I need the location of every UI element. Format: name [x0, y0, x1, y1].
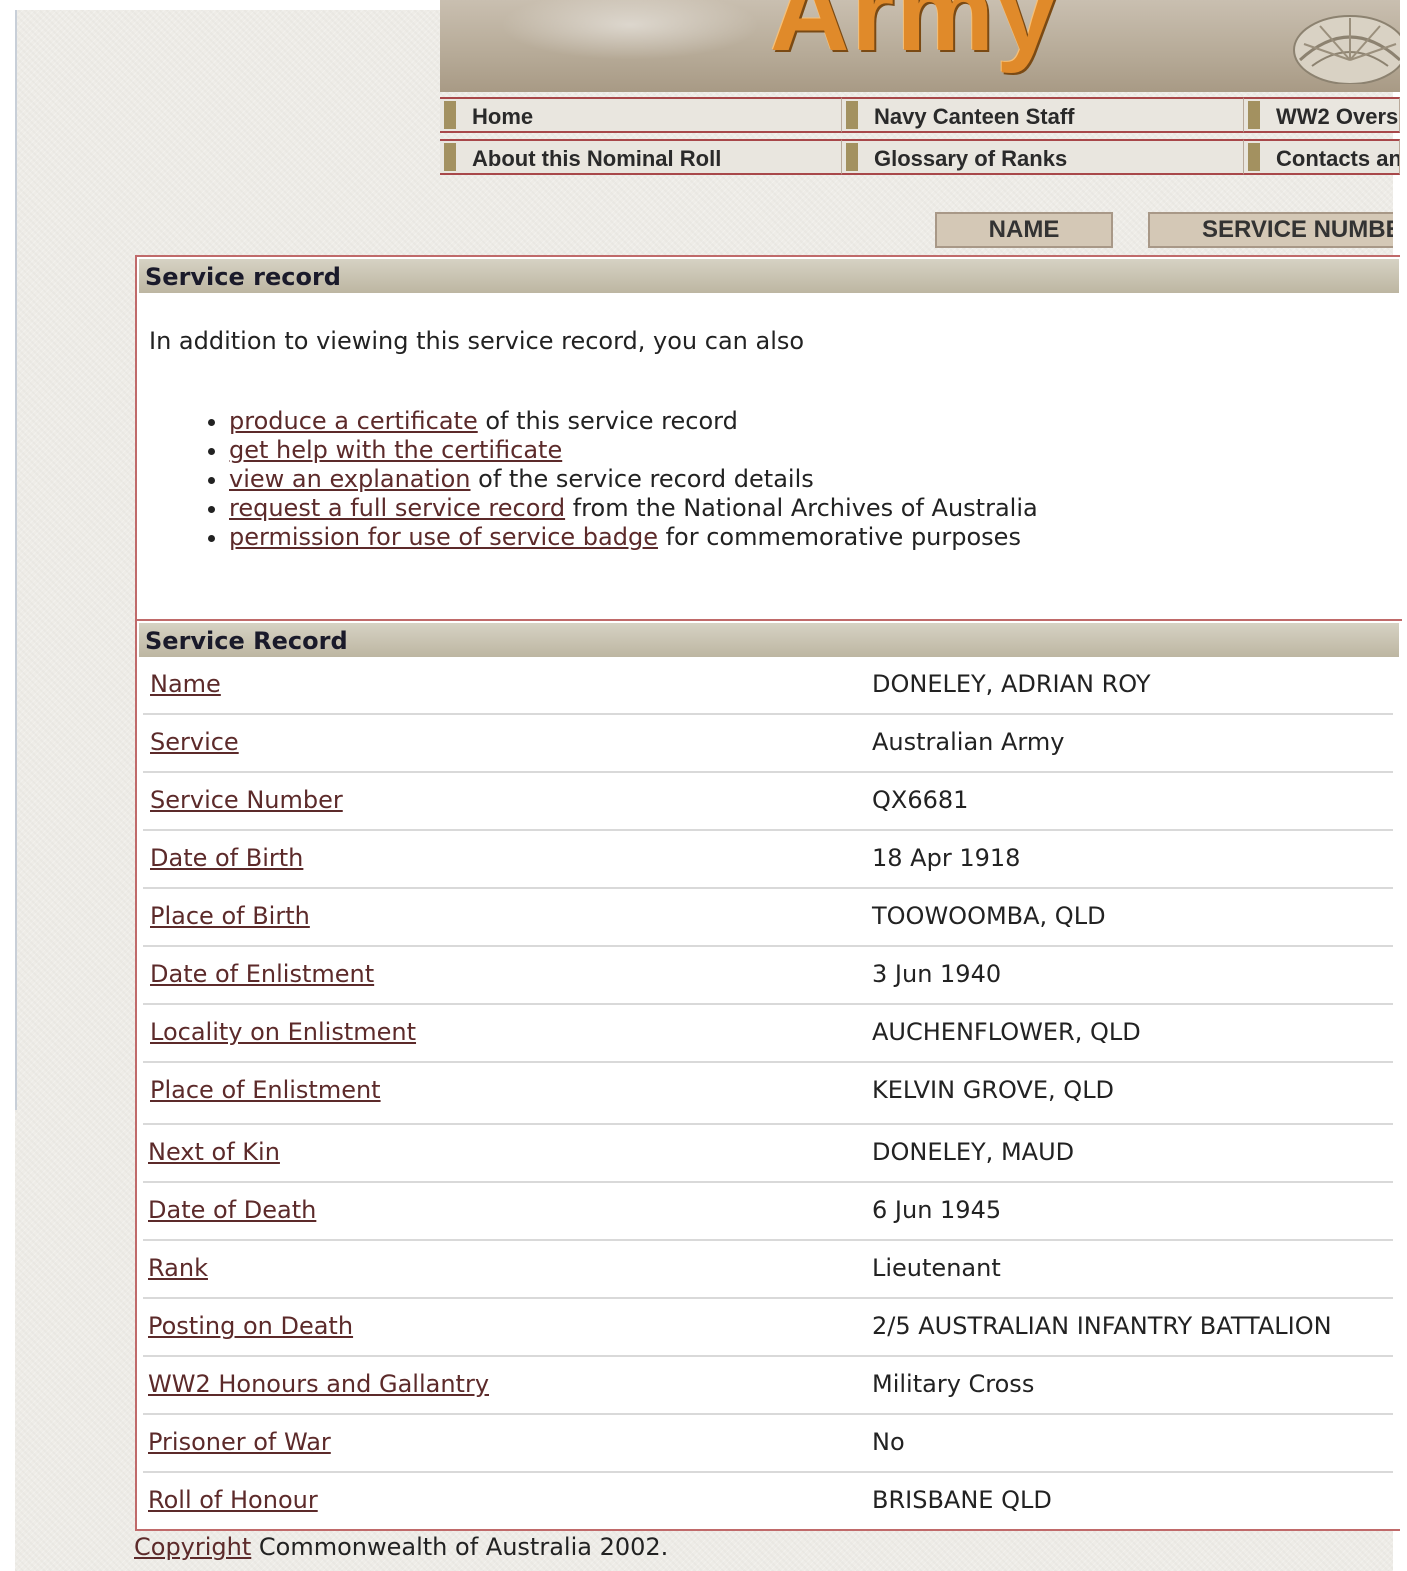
field-label-link[interactable]: Date of Birth [150, 844, 303, 872]
copyright-link[interactable]: Copyright [134, 1533, 251, 1561]
field-label-link[interactable]: Locality on Enlistment [150, 1018, 416, 1046]
nav-glossary-of-ranks[interactable]: Glossary of Ranks [842, 139, 1244, 175]
field-label-link[interactable]: Place of Birth [150, 902, 310, 930]
list-item: produce a certificate of this service re… [229, 407, 1038, 436]
table-row: Service Number QX6681 [143, 773, 1393, 831]
nav-label: Navy Canteen Staff [874, 104, 1075, 129]
list-item-text: of the service record details [470, 465, 814, 493]
field-label-link[interactable]: Date of Death [148, 1196, 316, 1224]
field-label-link[interactable]: Posting on Death [148, 1312, 353, 1340]
nav-marker [1248, 143, 1260, 171]
nav-marker [444, 143, 456, 171]
rising-sun-badge-icon [1293, 15, 1400, 84]
field-value: QX6681 [872, 786, 969, 814]
field-label-link[interactable]: Rank [148, 1254, 208, 1282]
nav-home[interactable]: Home [440, 97, 842, 133]
field-value: 3 Jun 1940 [872, 960, 1002, 988]
table-row: Posting on Death 2/5 AUSTRALIAN INFANTRY … [143, 1299, 1393, 1357]
table-row: Rank Lieutenant [143, 1241, 1393, 1299]
certificate-help-link[interactable]: get help with the certificate [229, 436, 562, 464]
table-row: Place of Enlistment KELVIN GROVE, QLD [143, 1063, 1393, 1125]
field-label-link[interactable]: Next of Kin [148, 1138, 280, 1166]
search-by-service-number-tab[interactable]: SERVICE NUMBER [1148, 212, 1393, 248]
nav-label: Glossary of Ranks [874, 146, 1068, 171]
intro-text: In addition to viewing this service reco… [149, 327, 805, 355]
table-row: Date of Death 6 Jun 1945 [143, 1183, 1393, 1241]
table-row: Service Australian Army [143, 715, 1393, 773]
list-item-text: from the National Archives of Australia [565, 494, 1038, 522]
field-value: 18 Apr 1918 [872, 844, 1021, 872]
badge-permission-link[interactable]: permission for use of service badge [229, 523, 658, 551]
nav-ww2-overseas[interactable]: WW2 Overseas [1244, 97, 1400, 133]
left-border [15, 10, 17, 1110]
banner-title: Army [770, 0, 1060, 74]
nav-label: WW2 Overseas [1276, 104, 1399, 129]
table-row: Place of Birth TOOWOOMBA, QLD [143, 889, 1393, 947]
nav-marker [444, 101, 456, 129]
field-value: No [872, 1428, 905, 1456]
field-label-link[interactable]: Place of Enlistment [150, 1076, 381, 1104]
field-value: TOOWOOMBA, QLD [872, 902, 1106, 930]
list-item-text: of this service record [477, 407, 738, 435]
section-divider [137, 619, 1402, 621]
field-value: Australian Army [872, 728, 1065, 756]
nav-label: About this Nominal Roll [472, 146, 722, 171]
field-label-link[interactable]: Date of Enlistment [150, 960, 374, 988]
request-full-record-link[interactable]: request a full service record [229, 494, 565, 522]
field-label-link[interactable]: Name [150, 670, 221, 698]
main-nav: Home Navy Canteen Staff WW2 Overseas Abo… [440, 97, 1400, 181]
nav-contacts[interactable]: Contacts and Links [1244, 139, 1400, 175]
view-explanation-link[interactable]: view an explanation [229, 465, 471, 493]
field-label-link[interactable]: Prisoner of War [148, 1428, 331, 1456]
nav-marker [846, 101, 858, 129]
table-row: Name DONELEY, ADRIAN ROY [143, 657, 1393, 715]
field-value: 2/5 AUSTRALIAN INFANTRY BATTALION [872, 1312, 1332, 1340]
nav-label: Home [472, 104, 534, 129]
service-record-header: Service Record [139, 623, 1399, 657]
list-item: request a full service record from the N… [229, 494, 1038, 523]
section-heading: Service record [145, 263, 341, 291]
table-row: Date of Enlistment 3 Jun 1940 [143, 947, 1393, 1005]
nav-about-nominal-roll[interactable]: About this Nominal Roll [440, 139, 842, 175]
table-row: Next of Kin DONELEY, MAUD [143, 1125, 1393, 1183]
list-item: permission for use of service badge for … [229, 523, 1038, 552]
table-row: Locality on Enlistment AUCHENFLOWER, QLD [143, 1005, 1393, 1063]
list-item: view an explanation of the service recor… [229, 465, 1038, 494]
field-value: Military Cross [872, 1370, 1035, 1398]
field-label-link[interactable]: Roll of Honour [148, 1486, 318, 1514]
field-label-link[interactable]: Service Number [150, 786, 343, 814]
service-record-panel: Service record In addition to viewing th… [135, 255, 1402, 1531]
field-label-link[interactable]: WW2 Honours and Gallantry [148, 1370, 489, 1398]
field-value: DONELEY, ADRIAN ROY [872, 670, 1151, 698]
service-record-options-header: Service record [139, 259, 1399, 293]
footer: Copyright Commonwealth of Australia 2002… [134, 1533, 668, 1561]
produce-certificate-link[interactable]: produce a certificate [229, 407, 478, 435]
table-row: WW2 Honours and Gallantry Military Cross [143, 1357, 1393, 1415]
field-label-link[interactable]: Service [150, 728, 239, 756]
field-value: 6 Jun 1945 [872, 1196, 1002, 1224]
footer-text: Commonwealth of Australia 2002. [251, 1533, 669, 1561]
nav-label: Contacts and Links [1276, 146, 1399, 171]
field-value: BRISBANE QLD [872, 1486, 1052, 1514]
table-row: Date of Birth 18 Apr 1918 [143, 831, 1393, 889]
banner-smoke [500, 0, 760, 60]
field-value: AUCHENFLOWER, QLD [872, 1018, 1141, 1046]
service-record-table: Name DONELEY, ADRIAN ROY Service Australia… [143, 657, 1393, 1531]
options-list: produce a certificate of this service re… [177, 407, 1038, 552]
margin-strip [0, 1110, 15, 1571]
list-item-text: for commemorative purposes [657, 523, 1021, 551]
table-row: Roll of Honour BRISBANE QLD [143, 1473, 1393, 1531]
table-row: Prisoner of War No [143, 1415, 1393, 1473]
army-banner: Army [440, 0, 1400, 92]
nav-marker [846, 143, 858, 171]
search-by-name-tab[interactable]: NAME [935, 212, 1113, 248]
section-heading: Service Record [145, 627, 348, 655]
nav-navy-canteen-staff[interactable]: Navy Canteen Staff [842, 97, 1244, 133]
field-value: KELVIN GROVE, QLD [872, 1076, 1115, 1104]
list-item: get help with the certificate [229, 436, 1038, 465]
field-value: DONELEY, MAUD [872, 1138, 1075, 1166]
field-value: Lieutenant [872, 1254, 1001, 1282]
nav-marker [1248, 101, 1260, 129]
